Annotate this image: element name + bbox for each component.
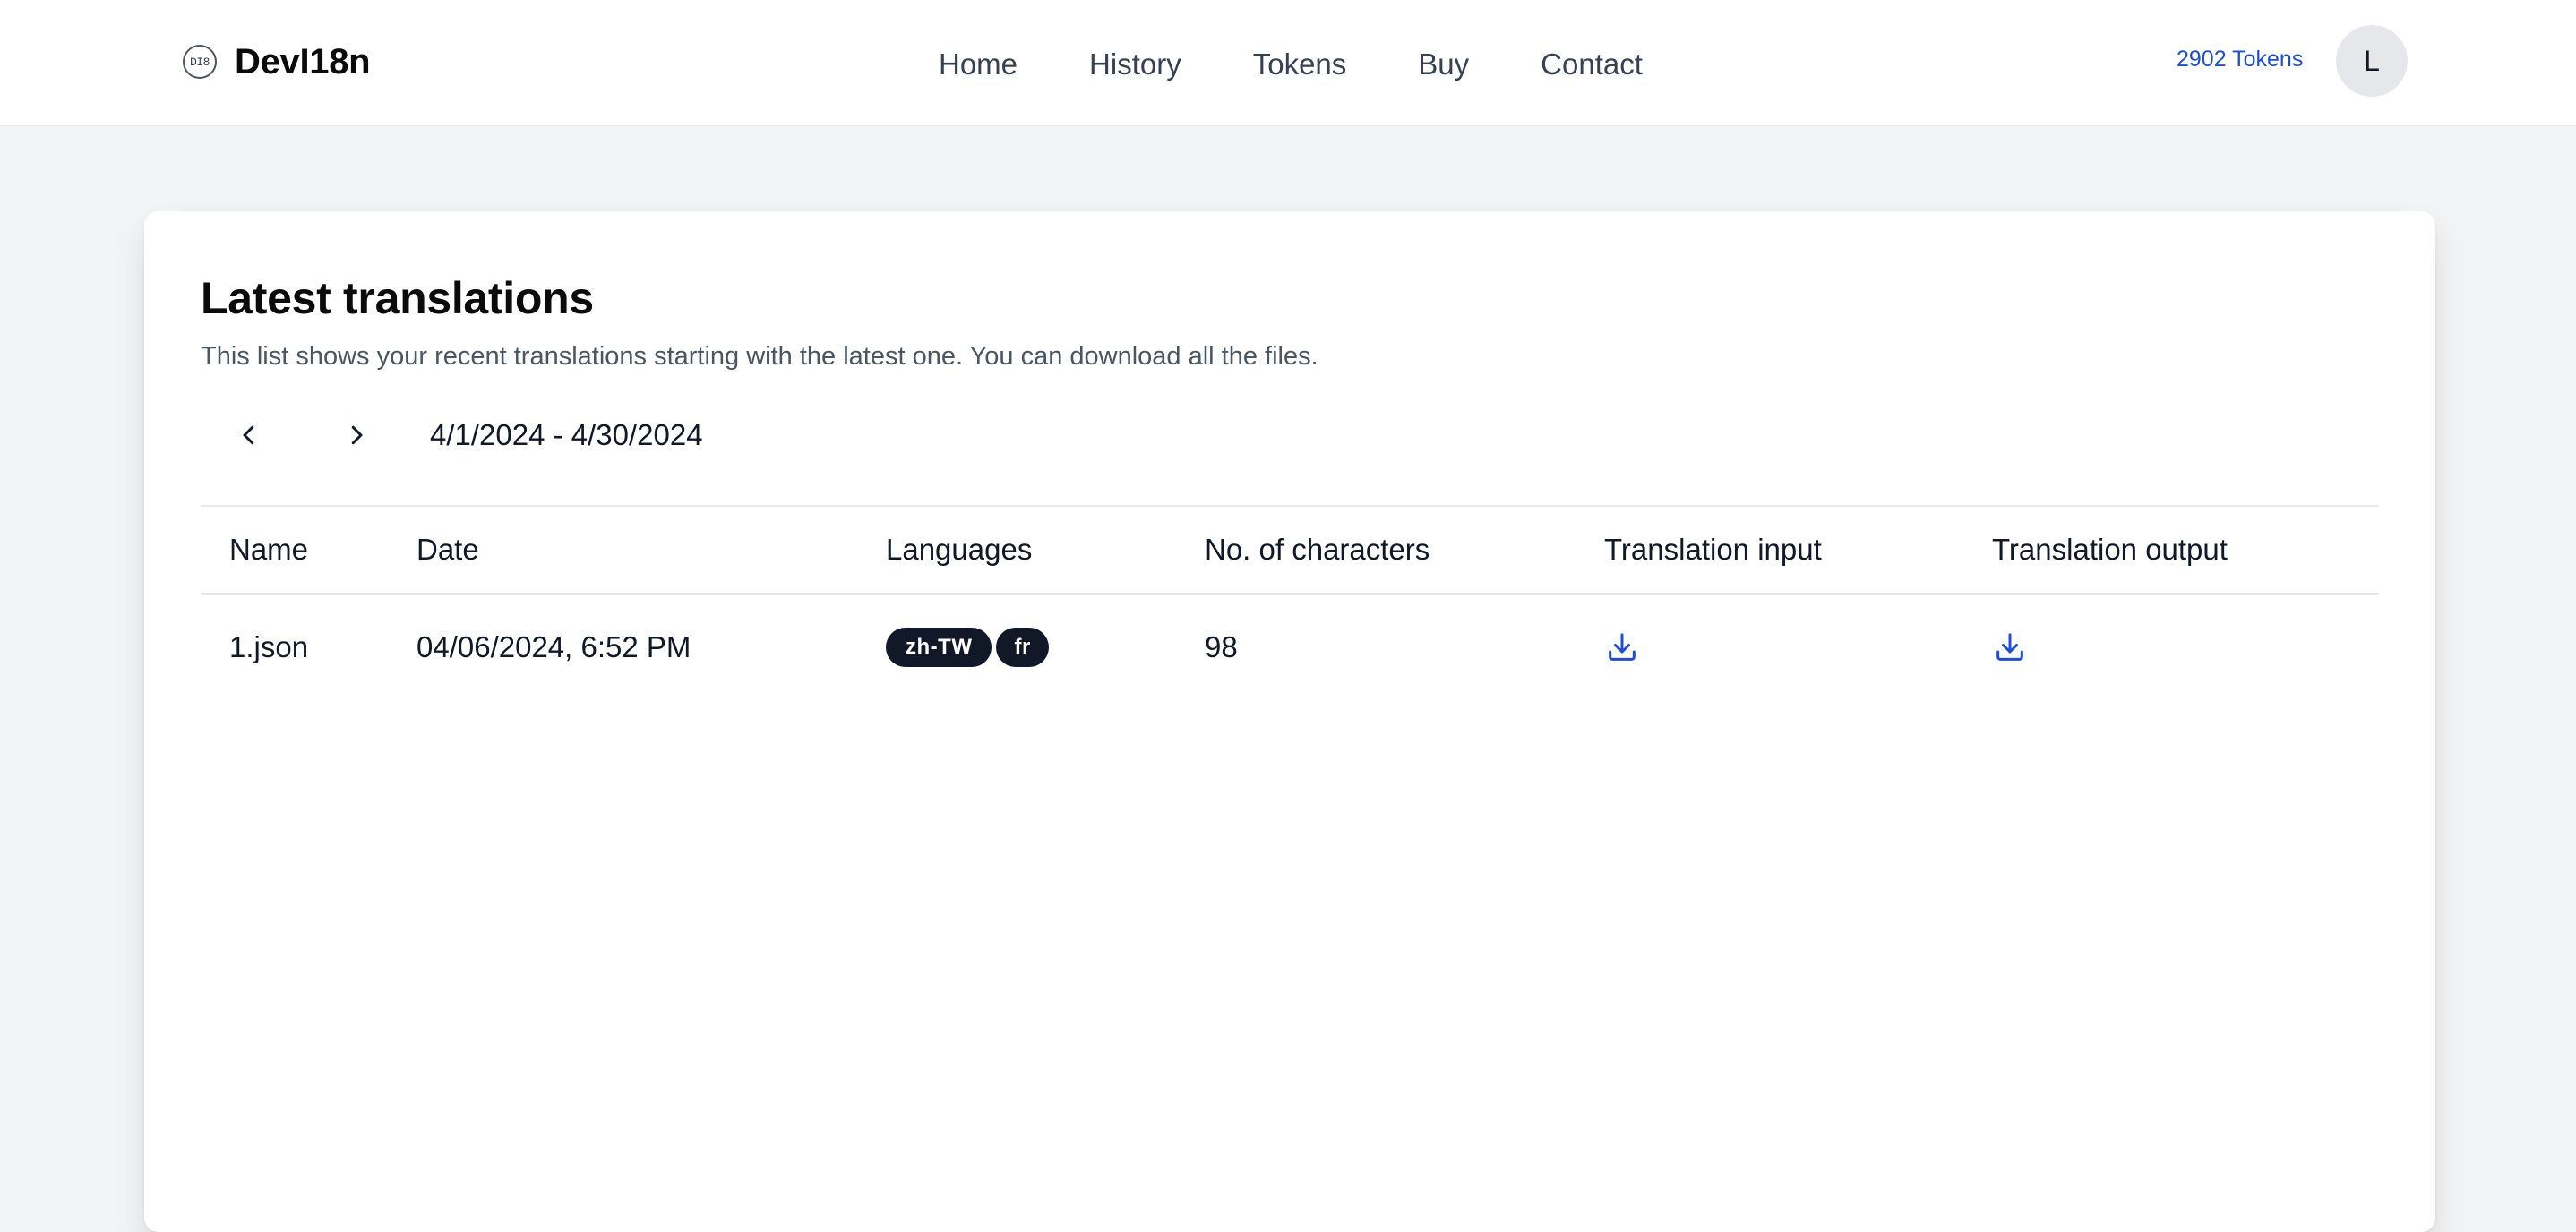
download-input-button[interactable] — [1604, 629, 1640, 665]
row-date: 04/06/2024, 6:52 PM — [416, 630, 691, 663]
column-header-name: Name — [229, 533, 309, 566]
translations-table: Name Date Languages No. of characters Tr… — [201, 505, 2379, 700]
token-balance-link[interactable]: 2902 Tokens — [2177, 47, 2303, 73]
row-character-count: 98 — [1205, 630, 1238, 663]
main-nav: Home History Tokens Buy Contact — [939, 43, 1643, 86]
download-icon — [1609, 633, 1636, 661]
date-range-label: 4/1/2024 - 4/30/2024 — [430, 418, 703, 451]
top-navbar: DI8 DevI18n Home History Tokens Buy Cont… — [0, 0, 2576, 126]
page-subtitle: This list shows your recent translations… — [201, 342, 1318, 371]
row-translation-output — [1992, 595, 2028, 700]
column-header-translation-output: Translation output — [1992, 533, 2228, 566]
chevron-left-icon — [243, 425, 254, 445]
column-header-languages: Languages — [886, 533, 1033, 566]
table-row: 1.json 04/06/2024, 6:52 PM zh-TW fr 98 — [201, 595, 2379, 700]
translations-card: Latest translations This list shows your… — [144, 211, 2435, 1232]
page-title: Latest translations — [201, 273, 594, 323]
brand[interactable]: DI8 DevI18n — [183, 39, 371, 84]
avatar[interactable]: L — [2336, 25, 2408, 97]
row-file-name: 1.json — [229, 630, 309, 663]
chevron-right-icon — [351, 425, 363, 445]
nav-contact[interactable]: Contact — [1541, 47, 1643, 81]
download-output-button[interactable] — [1992, 629, 2028, 665]
nav-tokens[interactable]: Tokens — [1253, 47, 1347, 81]
brand-logo-icon: DI8 — [183, 45, 217, 79]
nav-home[interactable]: Home — [939, 47, 1018, 81]
download-icon — [1996, 633, 2023, 661]
nav-buy[interactable]: Buy — [1418, 47, 1469, 81]
row-languages: zh-TW fr — [886, 595, 1053, 700]
next-month-button[interactable] — [330, 408, 383, 462]
date-pager: 4/1/2024 - 4/30/2024 — [201, 408, 703, 462]
language-badge-zh-tw: zh-TW — [886, 628, 992, 667]
column-header-date: Date — [416, 533, 479, 566]
column-header-translation-input: Translation input — [1604, 533, 1822, 566]
column-header-characters: No. of characters — [1205, 533, 1430, 566]
previous-month-button[interactable] — [222, 408, 276, 462]
row-translation-input — [1604, 595, 1640, 700]
table-header-row: Name Date Languages No. of characters Tr… — [201, 505, 2379, 595]
nav-history[interactable]: History — [1089, 47, 1181, 81]
language-badge-fr: fr — [996, 628, 1049, 667]
brand-name: DevI18n — [235, 41, 371, 81]
